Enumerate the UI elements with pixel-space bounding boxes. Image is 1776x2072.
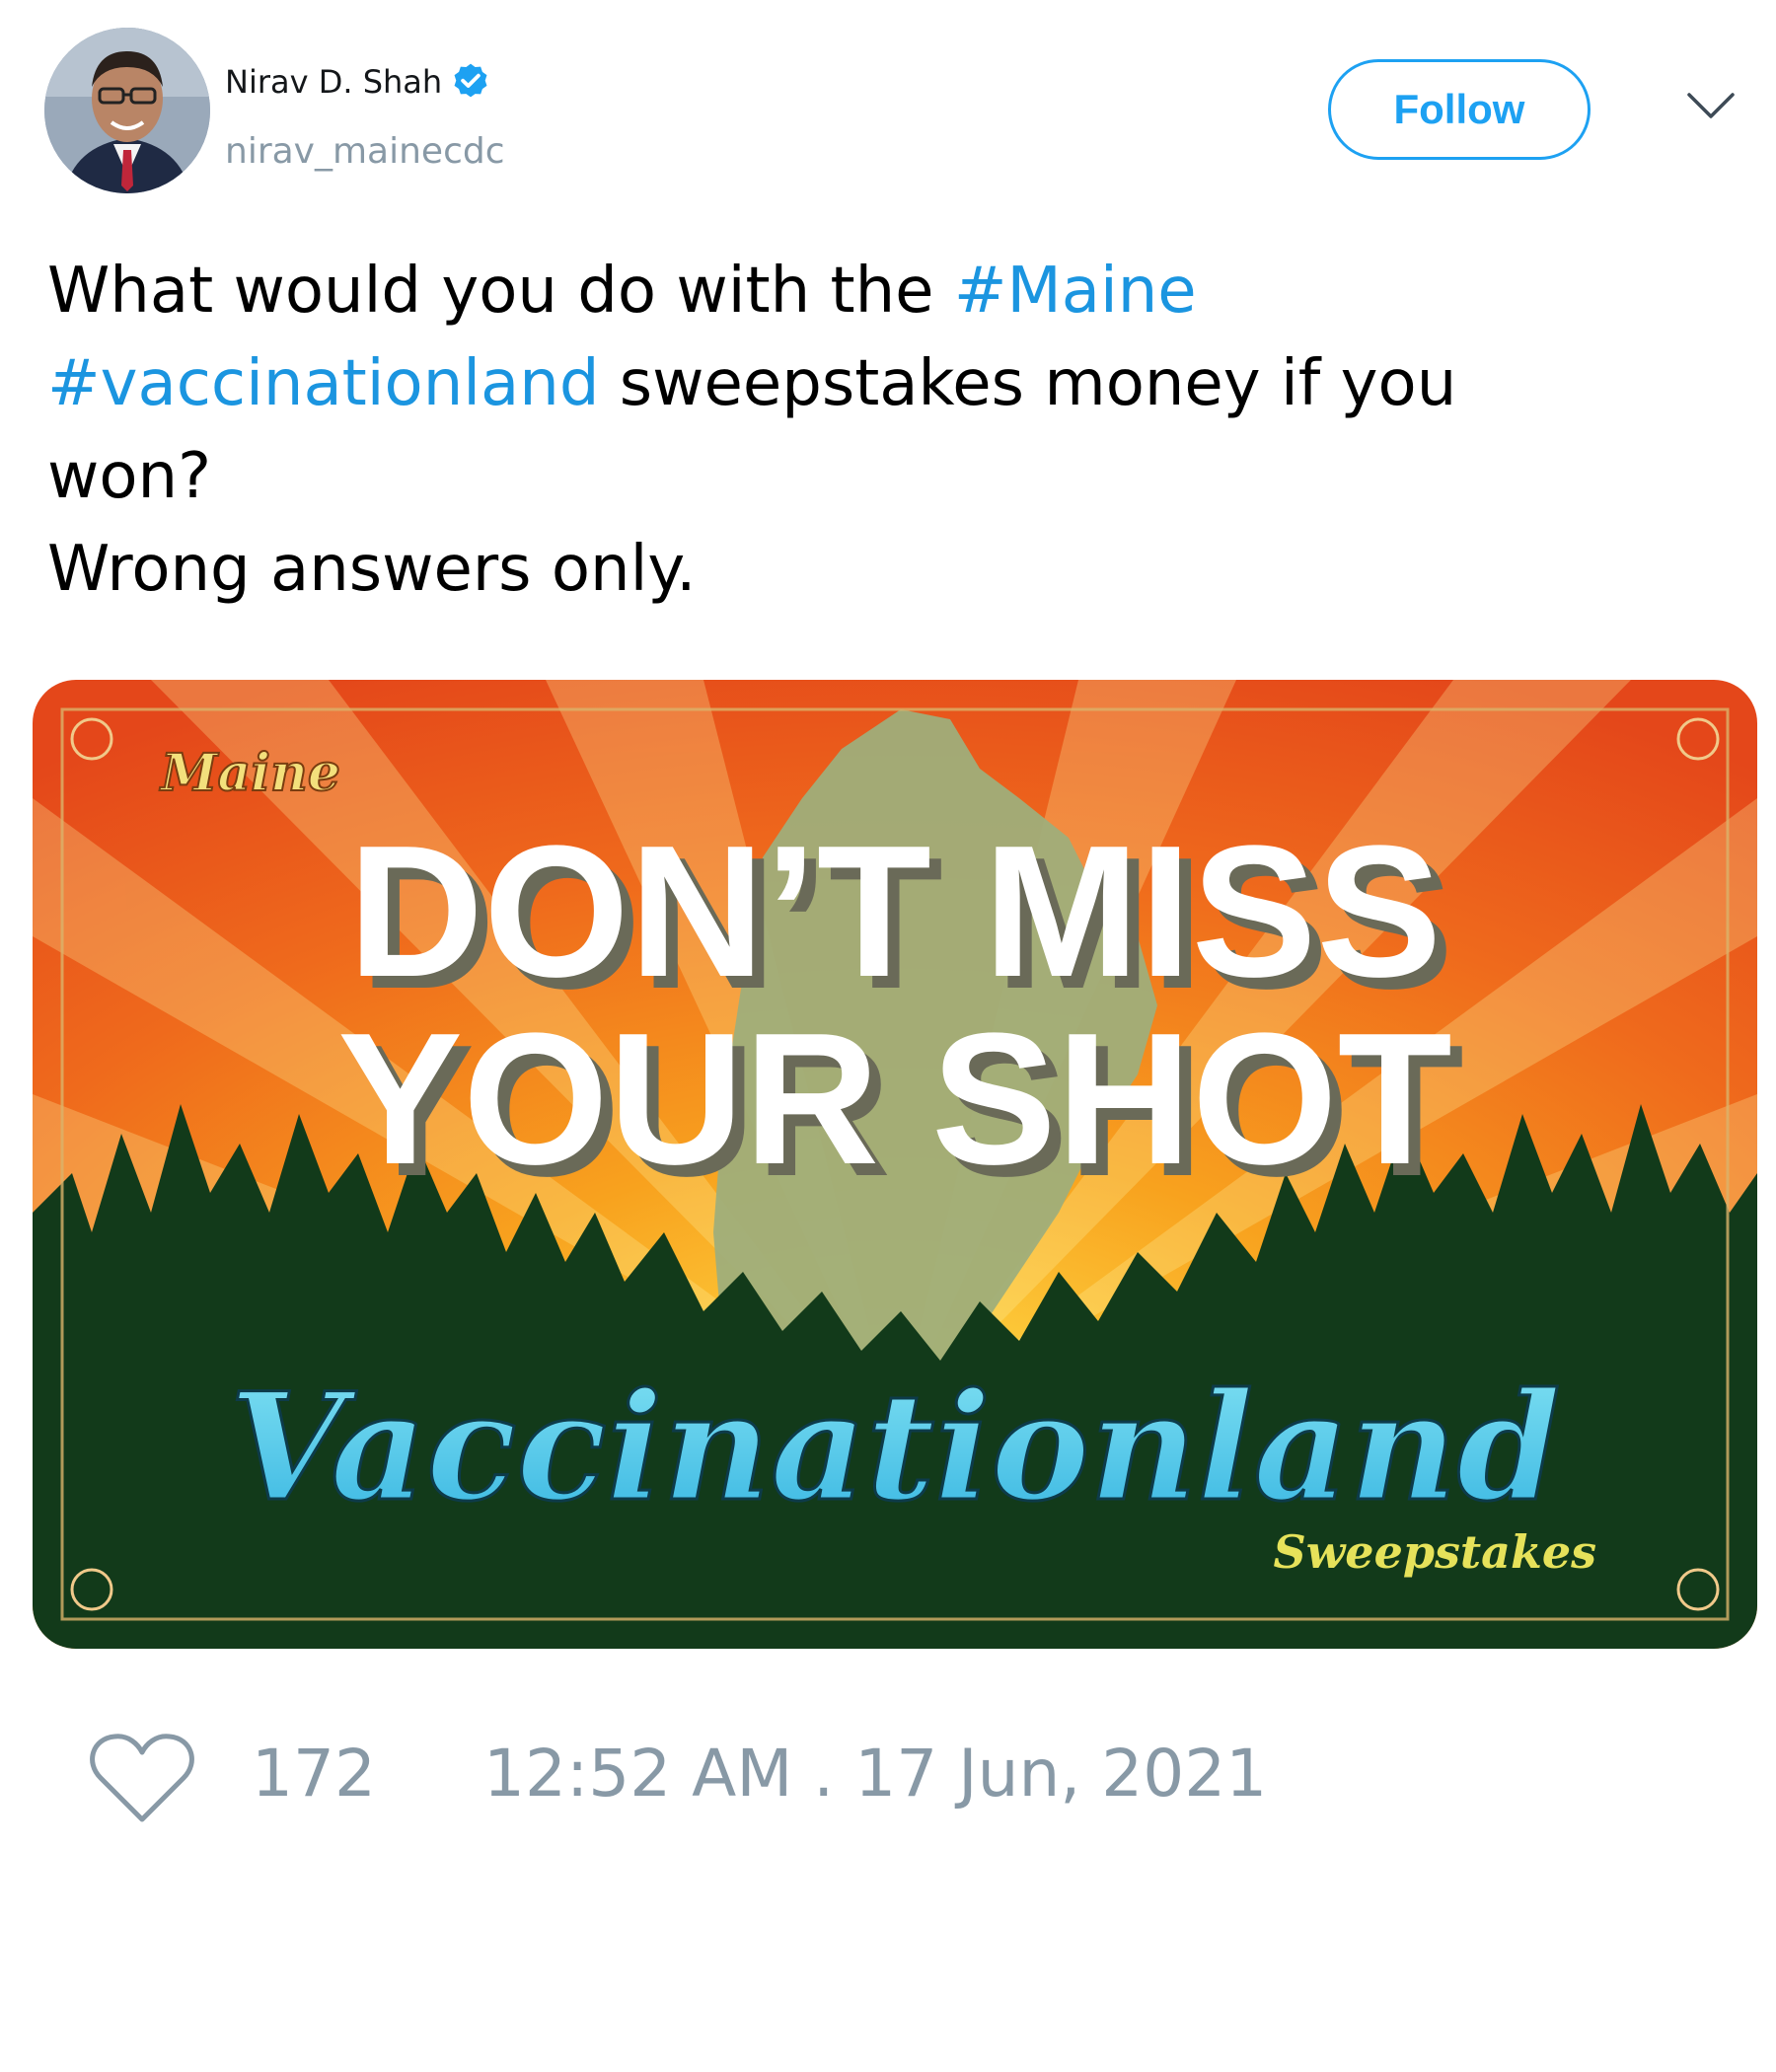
tweet-timestamp[interactable]: 12:52 AM . 17 Jun, 2021 (483, 1735, 1267, 1813)
poster-headline-line-1: DON’T MISS (348, 807, 1442, 1016)
tweet-header: Nirav D. Shah nirav_mainecdc Follow (0, 0, 1776, 207)
tweet-text-segment: sweepstakes money if you (599, 347, 1457, 420)
user-handle[interactable]: nirav_mainecdc (225, 130, 505, 174)
verified-badge-icon (454, 63, 487, 98)
hashtag-link-maine[interactable]: #Maine (954, 255, 1197, 328)
heart-icon[interactable] (87, 1729, 197, 1827)
poster-sweepstakes: Sweepstakes (1273, 1525, 1596, 1579)
display-name-text[interactable]: Nirav D. Shah (225, 62, 442, 102)
tweet-line-4: Wrong answers only. (47, 533, 697, 606)
poster-vaccinationland: Vaccinationland (229, 1361, 1560, 1534)
avatar[interactable] (44, 28, 210, 193)
chevron-down-icon[interactable] (1685, 89, 1737, 124)
tweet-line-1: What would you do with the #Maine (47, 245, 1725, 337)
display-name[interactable]: Nirav D. Shah (225, 61, 491, 103)
tweet-line-2: #vaccinationland sweepstakes money if yo… (47, 337, 1725, 430)
tweet-media-image[interactable]: Maine DON’T MISS DON’T MISS YOUR SHOT YO… (33, 680, 1757, 1649)
tweet-line-3: won? (47, 440, 212, 513)
tweet-text-segment: What would you do with the (47, 255, 954, 328)
tweet-text: What would you do with the #Maine #vacci… (47, 245, 1725, 616)
like-count[interactable]: 172 (252, 1735, 376, 1813)
follow-button[interactable]: Follow (1328, 59, 1591, 160)
poster-headline-line-2: YOUR SHOT (337, 995, 1452, 1204)
hashtag-link-vaccinationland[interactable]: #vaccinationland (47, 347, 599, 420)
poster-maine-script: Maine (159, 743, 340, 803)
